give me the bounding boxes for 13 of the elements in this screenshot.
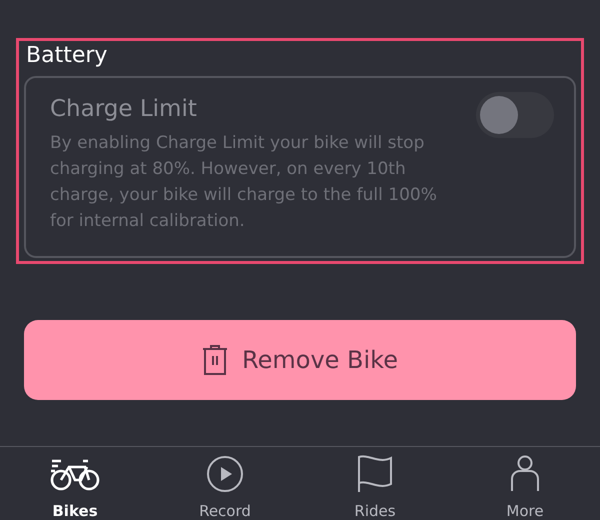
section-title: Battery xyxy=(25,42,108,70)
flag-icon xyxy=(357,455,393,493)
tab-item[interactable]: Record xyxy=(150,455,300,520)
setting-title: Charge Limit xyxy=(50,96,198,122)
person-icon xyxy=(510,455,540,493)
trash-icon xyxy=(202,345,228,375)
toggle-switch[interactable] xyxy=(476,92,554,138)
remove-bike-button[interactable]: Remove Bike xyxy=(24,320,576,400)
tab-item[interactable]: More xyxy=(450,455,600,520)
play-icon xyxy=(206,455,244,493)
setting-description: By enabling Charge Limit your bike will stop charging at 80%. However, on every 10th charge, your bike will charge to the full 100% for internal calibration. xyxy=(50,132,438,233)
tab-item[interactable]: Rides xyxy=(300,455,450,520)
tab-item[interactable]: Bikes xyxy=(0,455,150,520)
